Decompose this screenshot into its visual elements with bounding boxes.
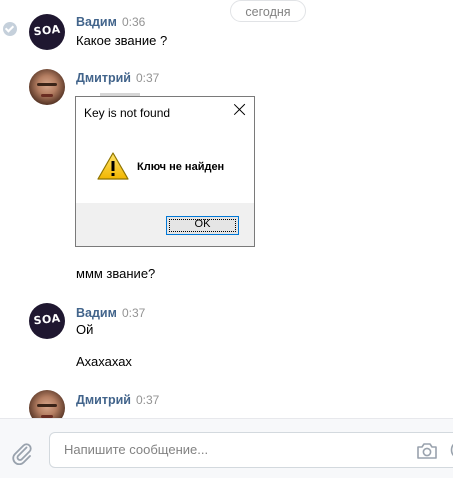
message-text: Какое звание ? bbox=[76, 33, 167, 48]
author-name[interactable]: Дмитрий bbox=[76, 71, 131, 85]
avatar-logo-text: SOA bbox=[29, 22, 65, 39]
dialog-message: Ключ не найден bbox=[137, 161, 224, 173]
author-name[interactable]: Вадим bbox=[76, 15, 117, 29]
message-text: Ой bbox=[76, 322, 93, 337]
message-time[interactable]: 0:37 bbox=[122, 306, 145, 320]
error-dialog-image[interactable]: Key is not found Ключ не найден OK bbox=[75, 96, 255, 247]
author-name[interactable]: Дмитрий bbox=[76, 393, 131, 407]
avatar[interactable]: SOA bbox=[29, 14, 65, 50]
avatar[interactable] bbox=[29, 69, 65, 105]
dialog-title: Key is not found bbox=[84, 106, 170, 120]
warning-icon bbox=[97, 152, 129, 180]
avatar[interactable]: SOA bbox=[29, 303, 65, 339]
dialog-footer: OK bbox=[76, 203, 254, 246]
message-text: Ахахахах bbox=[76, 354, 132, 369]
message-input[interactable] bbox=[62, 441, 406, 458]
message-time[interactable]: 0:37 bbox=[136, 71, 159, 85]
close-icon[interactable] bbox=[233, 102, 247, 116]
message-time[interactable]: 0:37 bbox=[136, 393, 159, 407]
date-divider: сегодня bbox=[230, 0, 306, 22]
message-text: ммм звание? bbox=[76, 266, 155, 281]
paperclip-icon[interactable] bbox=[10, 441, 34, 465]
camera-icon[interactable] bbox=[416, 442, 438, 460]
avatar-logo-text: SOA bbox=[29, 311, 65, 328]
author-name[interactable]: Вадим bbox=[76, 306, 117, 320]
read-status-icon bbox=[3, 22, 17, 36]
message-input-box[interactable] bbox=[49, 432, 453, 468]
ok-button[interactable]: OK bbox=[166, 216, 239, 235]
composer-bar bbox=[0, 418, 453, 478]
message-time[interactable]: 0:36 bbox=[122, 15, 145, 29]
